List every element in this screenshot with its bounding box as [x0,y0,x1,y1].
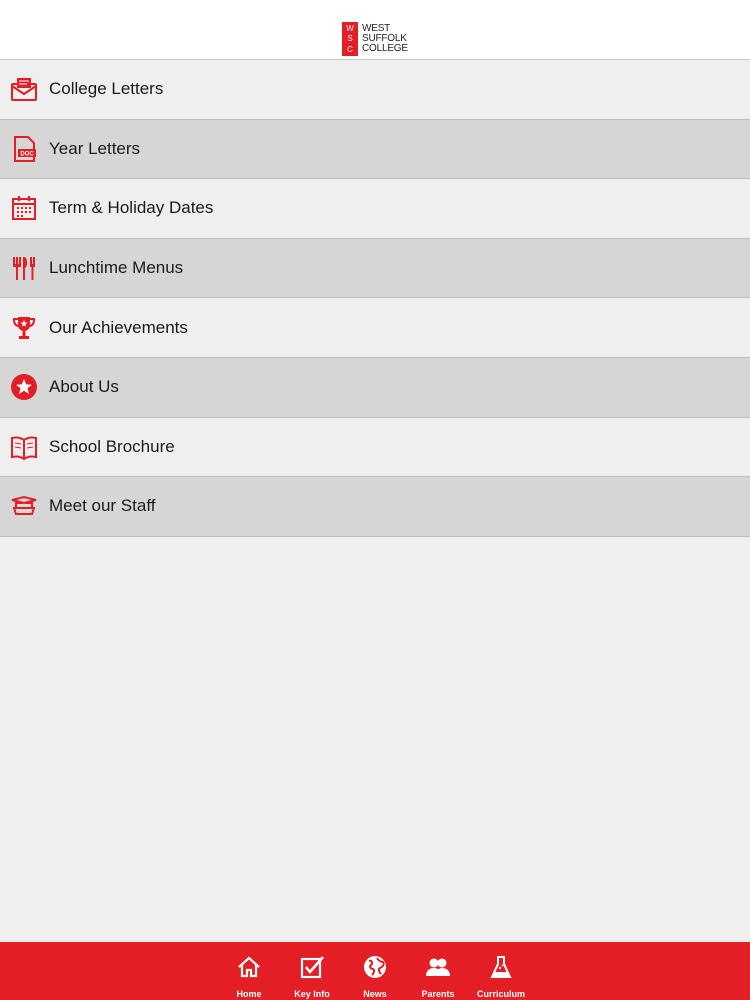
tab-label: News [363,989,387,999]
tab-curriculum[interactable]: Curriculum [470,942,533,1000]
menu-item-term-holiday-dates[interactable]: Term & Holiday Dates [0,179,750,239]
book-icon [10,433,38,461]
tab-label: Key Info [294,989,330,999]
tab-label: Parents [421,989,455,999]
people-icon [425,954,451,985]
menu-item-year-letters[interactable]: DOC Year Letters [0,119,750,180]
college-logo: W S C WEST SUFFOLK COLLEGE [342,22,408,56]
menu-item-label: Year Letters [49,138,141,158]
menu-item-our-achievements[interactable]: Our Achievements [0,298,750,358]
logo-line: COLLEGE [362,43,408,54]
logo-letter: C [347,45,353,55]
tab-label: Curriculum [476,989,525,999]
menu-item-label: About Us [49,377,119,397]
trophy-icon [10,314,38,342]
menu-item-lunchtime-menus[interactable]: Lunchtime Menus [0,238,750,299]
menu-item-college-letters[interactable]: College Letters [0,60,750,120]
tab-label: Home [236,989,262,999]
tab-parents[interactable]: Parents [407,942,470,1000]
menu-item-label: Lunchtime Menus [49,258,184,278]
menu-item-label: Meet our Staff [49,496,156,516]
logo-text: WEST SUFFOLK COLLEGE [362,22,408,56]
logo-mark: W S C [342,22,358,56]
tab-news[interactable]: News [344,942,407,1000]
menu-item-about-us[interactable]: About Us [0,357,750,418]
cutlery-icon [10,254,38,282]
svg-text:DOC: DOC [20,151,34,157]
menu-item-label: Our Achievements [49,317,188,337]
bottom-tab-bar: Home Key Info News Parents Curriculum [0,942,750,1000]
app-header: W S C WEST SUFFOLK COLLEGE [0,0,750,60]
tab-key-info[interactable]: Key Info [281,942,344,1000]
doc-icon: DOC [10,135,38,163]
globe-icon [362,954,388,985]
menu-item-label: Term & Holiday Dates [49,198,214,218]
calendar-icon [10,194,38,222]
checkbox-icon [299,954,325,985]
menu-item-label: School Brochure [49,436,175,456]
flask-icon [488,954,514,985]
menu-item-label: College Letters [49,79,164,99]
key-info-menu: College Letters DOC Year Letters Term & … [0,60,750,537]
menu-item-school-brochure[interactable]: School Brochure [0,417,750,478]
menu-item-meet-our-staff[interactable]: Meet our Staff [0,477,750,537]
home-icon [236,954,262,985]
logo-letter: S [347,34,353,44]
logo-letter: W [346,23,354,33]
staff-icon [10,492,38,520]
star-icon [10,373,38,401]
tab-home[interactable]: Home [218,942,281,1000]
envelope-icon [10,75,38,103]
